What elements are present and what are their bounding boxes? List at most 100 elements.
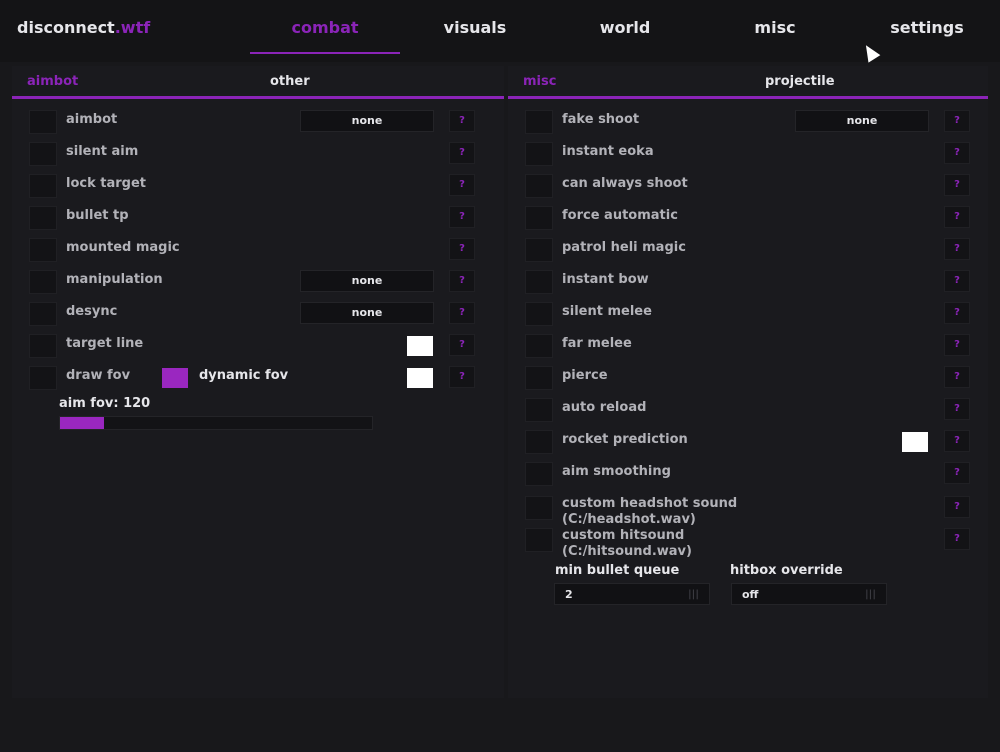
custom-hitsound-checkbox[interactable] xyxy=(525,528,553,552)
row-custom-headshot-sound: custom headshot sound (C:/headshot.wav) … xyxy=(508,496,988,528)
force-automatic-checkbox[interactable] xyxy=(525,206,553,230)
aimbot-panel: aimbot other aimbot none ? silent aim ? … xyxy=(12,66,504,698)
aimbot-label: aimbot xyxy=(66,112,118,127)
target-line-label: target line xyxy=(66,336,144,351)
bullet-tp-label: bullet tp xyxy=(66,208,129,223)
target-line-help-icon[interactable]: ? xyxy=(449,334,475,356)
custom-hitsound-help-icon[interactable]: ? xyxy=(944,528,970,550)
manipulation-checkbox[interactable] xyxy=(29,270,57,294)
fake-shoot-dropdown[interactable]: none xyxy=(795,110,929,132)
auto-reload-checkbox[interactable] xyxy=(525,398,553,422)
lock-target-checkbox[interactable] xyxy=(29,174,57,198)
aim-smoothing-checkbox[interactable] xyxy=(525,462,553,486)
desync-dropdown[interactable]: none xyxy=(300,302,434,324)
brand-logo: disconnect.wtf xyxy=(17,18,151,37)
silent-melee-help-icon[interactable]: ? xyxy=(944,302,970,324)
min-bullet-queue-label: min bullet queue xyxy=(555,563,680,578)
silent-melee-checkbox[interactable] xyxy=(525,302,553,326)
target-line-color-swatch[interactable] xyxy=(407,336,433,356)
tab-world[interactable]: world xyxy=(550,18,700,37)
manipulation-dropdown[interactable]: none xyxy=(300,270,434,292)
aim-fov-label: aim fov: 120 xyxy=(59,396,151,411)
instant-eoka-help-icon[interactable]: ? xyxy=(944,142,970,164)
min-bullet-queue-input[interactable]: 2 ||| xyxy=(554,583,710,605)
hitbox-override-label: hitbox override xyxy=(730,563,843,578)
row-lock-target: lock target ? xyxy=(12,174,504,198)
bullet-tp-checkbox[interactable] xyxy=(29,206,57,230)
pierce-help-icon[interactable]: ? xyxy=(944,366,970,388)
pierce-label: pierce xyxy=(562,368,608,383)
aimbot-help-icon[interactable]: ? xyxy=(449,110,475,132)
instant-bow-checkbox[interactable] xyxy=(525,270,553,294)
fake-shoot-checkbox[interactable] xyxy=(525,110,553,134)
silent-aim-checkbox[interactable] xyxy=(29,142,57,166)
patrol-heli-magic-help-icon[interactable]: ? xyxy=(944,238,970,260)
tab-combat[interactable]: combat xyxy=(250,18,400,37)
silent-aim-help-icon[interactable]: ? xyxy=(449,142,475,164)
draw-fov-label: draw fov xyxy=(66,368,131,383)
custom-hitsound-path: (C:/hitsound.wav) xyxy=(562,544,692,559)
row-instant-bow: instant bow ? xyxy=(508,270,988,294)
min-bullet-queue-value: 2 xyxy=(565,588,573,601)
draw-fov-help-icon[interactable]: ? xyxy=(449,366,475,388)
aimbot-checkbox[interactable] xyxy=(29,110,57,134)
fake-shoot-help-icon[interactable]: ? xyxy=(944,110,970,132)
grip-icon: ||| xyxy=(865,589,876,600)
mounted-magic-checkbox[interactable] xyxy=(29,238,57,262)
aimbot-dropdown[interactable]: none xyxy=(300,110,434,132)
tab-misc[interactable]: misc xyxy=(700,18,850,37)
custom-headshot-sound-help-icon[interactable]: ? xyxy=(944,496,970,518)
patrol-heli-magic-label: patrol heli magic xyxy=(562,240,686,255)
manipulation-help-icon[interactable]: ? xyxy=(449,270,475,292)
desync-help-icon[interactable]: ? xyxy=(449,302,475,324)
desync-checkbox[interactable] xyxy=(29,302,57,326)
tab-settings[interactable]: settings xyxy=(852,18,1000,37)
subtab-other[interactable]: other xyxy=(270,74,310,89)
rocket-prediction-label: rocket prediction xyxy=(562,432,688,447)
aim-smoothing-help-icon[interactable]: ? xyxy=(944,462,970,484)
force-automatic-label: force automatic xyxy=(562,208,678,223)
tab-visuals[interactable]: visuals xyxy=(400,18,550,37)
auto-reload-label: auto reload xyxy=(562,400,647,415)
instant-bow-help-icon[interactable]: ? xyxy=(944,270,970,292)
bullet-tp-help-icon[interactable]: ? xyxy=(449,206,475,228)
subtab-underline xyxy=(12,96,504,99)
row-fake-shoot: fake shoot none ? xyxy=(508,110,988,134)
target-line-checkbox[interactable] xyxy=(29,334,57,358)
row-aim-smoothing: aim smoothing ? xyxy=(508,462,988,486)
auto-reload-help-icon[interactable]: ? xyxy=(944,398,970,420)
far-melee-help-icon[interactable]: ? xyxy=(944,334,970,356)
subtab-projectile[interactable]: projectile xyxy=(765,74,835,89)
active-tab-underline xyxy=(250,52,400,54)
row-bullet-tp: bullet tp ? xyxy=(12,206,504,230)
hitbox-override-value: off xyxy=(742,588,759,601)
subtab-misc[interactable]: misc xyxy=(523,74,556,89)
hitbox-override-select[interactable]: off ||| xyxy=(731,583,887,605)
row-target-line: target line ? xyxy=(12,334,504,358)
instant-eoka-checkbox[interactable] xyxy=(525,142,553,166)
rocket-prediction-help-icon[interactable]: ? xyxy=(944,430,970,452)
dynamic-fov-checkbox[interactable] xyxy=(162,368,188,388)
draw-fov-checkbox[interactable] xyxy=(29,366,57,390)
mounted-magic-help-icon[interactable]: ? xyxy=(449,238,475,260)
manipulation-label: manipulation xyxy=(66,272,163,287)
far-melee-checkbox[interactable] xyxy=(525,334,553,358)
rocket-prediction-checkbox[interactable] xyxy=(525,430,553,454)
lock-target-help-icon[interactable]: ? xyxy=(449,174,475,196)
patrol-heli-magic-checkbox[interactable] xyxy=(525,238,553,262)
subtab-aimbot[interactable]: aimbot xyxy=(27,74,78,89)
rocket-prediction-color-swatch[interactable] xyxy=(902,432,928,452)
pierce-checkbox[interactable] xyxy=(525,366,553,390)
can-always-shoot-help-icon[interactable]: ? xyxy=(944,174,970,196)
custom-headshot-sound-checkbox[interactable] xyxy=(525,496,553,520)
grip-icon: ||| xyxy=(688,589,699,600)
custom-headshot-sound-path: (C:/headshot.wav) xyxy=(562,512,696,527)
row-far-melee: far melee ? xyxy=(508,334,988,358)
force-automatic-help-icon[interactable]: ? xyxy=(944,206,970,228)
dynamic-fov-label: dynamic fov xyxy=(199,368,289,383)
can-always-shoot-checkbox[interactable] xyxy=(525,174,553,198)
subtab-underline xyxy=(508,96,988,99)
draw-fov-color-swatch[interactable] xyxy=(407,368,433,388)
aim-fov-slider[interactable] xyxy=(59,416,373,430)
instant-eoka-label: instant eoka xyxy=(562,144,654,159)
